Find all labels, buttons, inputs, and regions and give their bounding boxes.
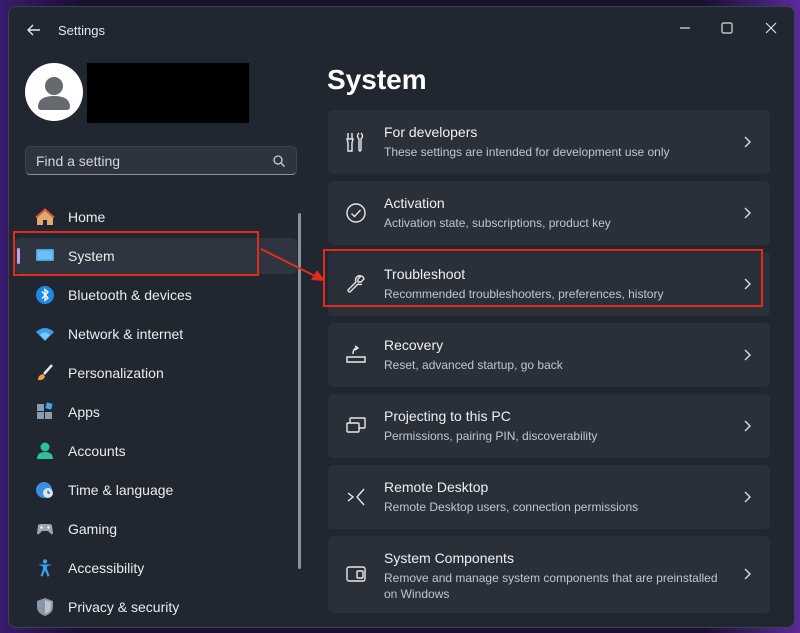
card-recovery[interactable]: Recovery Reset, advanced startup, go bac… (328, 323, 770, 387)
gamepad-icon (37, 524, 53, 535)
sidebar-item-accessibility[interactable]: Accessibility (15, 550, 297, 586)
accessibility-icon (38, 559, 52, 577)
developer-tools-icon (346, 132, 364, 152)
recovery-icon (346, 345, 366, 363)
apps-icon (37, 402, 53, 419)
sidebar-item-label: Gaming (68, 521, 118, 537)
minimize-button[interactable] (664, 13, 706, 43)
card-system-components[interactable]: System Components Remove and manage syst… (328, 536, 770, 613)
sidebar-item-privacy-security[interactable]: Privacy & security (15, 589, 297, 625)
accounts-icon (37, 442, 53, 459)
card-description: Activation state, subscriptions, product… (384, 216, 611, 230)
maximize-icon (721, 22, 733, 34)
sidebar-item-home[interactable]: Home (15, 199, 297, 235)
wifi-icon (36, 328, 54, 341)
user-icon (38, 77, 70, 110)
settings-window: Settings Home (8, 6, 795, 628)
chevron-right-icon (744, 568, 751, 580)
sidebar-item-label: Personalization (68, 365, 164, 381)
back-button[interactable] (23, 19, 45, 41)
highlight-box-troubleshoot (323, 249, 763, 307)
globe-clock-icon (36, 482, 53, 498)
card-description: Permissions, pairing PIN, discoverabilit… (384, 429, 598, 443)
card-title: Activation (384, 195, 445, 211)
highlight-box-system (13, 231, 259, 276)
sidebar-item-label: Accounts (68, 443, 126, 459)
maximize-button[interactable] (706, 13, 748, 43)
card-title: For developers (384, 124, 478, 140)
sidebar-item-label: Network & internet (68, 326, 184, 342)
sidebar-item-gaming[interactable]: Gaming (15, 511, 297, 547)
shield-icon (37, 598, 53, 616)
card-activation[interactable]: Activation Activation state, subscriptio… (328, 181, 770, 245)
sidebar-item-apps[interactable]: Apps (15, 394, 297, 430)
sidebar-item-time-language[interactable]: Time & language (15, 472, 297, 508)
projecting-icon (346, 417, 366, 433)
sidebar-item-label: Apps (68, 404, 100, 420)
redacted-user-name (87, 63, 249, 123)
sidebar-item-accounts[interactable]: Accounts (15, 433, 297, 469)
brush-icon (38, 364, 53, 381)
chevron-right-icon (744, 207, 751, 219)
search-input[interactable] (26, 147, 256, 174)
chevron-right-icon (744, 420, 751, 432)
close-button[interactable] (750, 13, 792, 43)
chevron-right-icon (744, 491, 751, 503)
remote-desktop-icon (347, 488, 365, 506)
search-icon[interactable] (272, 154, 286, 168)
sidebar-item-label: Bluetooth & devices (68, 287, 192, 303)
chevron-right-icon (744, 349, 751, 361)
card-for-developers[interactable]: For developers These settings are intend… (328, 110, 770, 174)
card-description: Remote Desktop users, connection permiss… (384, 500, 639, 514)
sidebar-item-personalization[interactable]: Personalization (15, 355, 297, 391)
system-components-icon (346, 566, 366, 582)
sidebar-item-bluetooth[interactable]: Bluetooth & devices (15, 277, 297, 313)
sidebar-item-label: Accessibility (68, 560, 145, 576)
sidebar-item-network[interactable]: Network & internet (15, 316, 297, 352)
sidebar-item-label: Time & language (68, 482, 174, 498)
close-icon (765, 22, 777, 34)
avatar[interactable] (25, 63, 83, 121)
back-arrow-icon (27, 24, 40, 36)
minimize-icon (680, 27, 690, 29)
card-description: Remove and manage system components that… (384, 571, 718, 601)
chevron-right-icon (744, 136, 751, 148)
app-title: Settings (58, 23, 105, 38)
card-projecting[interactable]: Projecting to this PC Permissions, pairi… (328, 394, 770, 458)
card-title: System Components (384, 550, 514, 566)
home-icon (35, 208, 55, 225)
card-title: Remote Desktop (384, 479, 489, 495)
card-title: Projecting to this PC (384, 408, 511, 424)
bluetooth-icon (36, 286, 54, 304)
annotation-arrow-icon (260, 248, 325, 281)
sidebar-item-label: Privacy & security (68, 599, 180, 615)
title-bar: Settings (9, 7, 794, 53)
card-remote-desktop[interactable]: Remote Desktop Remote Desktop users, con… (328, 465, 770, 529)
card-description: Reset, advanced startup, go back (384, 358, 563, 372)
card-title: Recovery (384, 337, 444, 353)
card-description: These settings are intended for developm… (384, 145, 670, 159)
search-box[interactable] (25, 146, 297, 175)
checkmark-circle-icon (346, 203, 366, 223)
sidebar-item-label: Home (68, 209, 106, 225)
page-title: System (327, 64, 427, 95)
